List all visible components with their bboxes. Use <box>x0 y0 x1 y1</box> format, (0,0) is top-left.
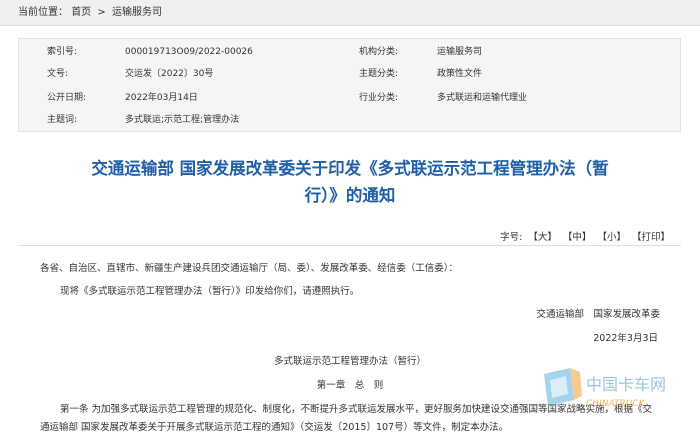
font-small-button[interactable]: 【小】 <box>597 232 626 243</box>
meta-topic-value: 政策性文件 <box>437 69 483 79</box>
meta-row-docno: 文号: 交运发〔2022〕30号 主题分类: 政策性文件 <box>19 65 680 83</box>
document-title: 多式联运示范工程管理办法（暂行） <box>273 356 426 367</box>
breadcrumb-section-link[interactable]: 运输服务司 <box>112 7 162 18</box>
meta-org-label: 机构分类: <box>359 47 399 57</box>
meta-org-value: 运输服务司 <box>437 47 483 57</box>
font-size-label: 字号: <box>500 232 523 243</box>
meta-row-index: 索引号: 000019713O09/2022-00026 机构分类: 运输服务司 <box>19 43 680 61</box>
salutation-paragraph: 各省、自治区、直辖市、新疆生产建设兵团交通运输厅（局、委）、发展改革委、经信委（… <box>40 263 459 274</box>
meta-topic-label: 主题分类: <box>359 69 399 79</box>
meta-index-value: 000019713O09/2022-00026 <box>125 47 253 57</box>
font-size-toolbar: 字号: 【大】 【中】 【小】 【打印】 <box>500 229 670 243</box>
intro-paragraph: 现将《多式联运示范工程管理办法（暂行）》印发给你们，请遵照执行。 <box>60 286 360 297</box>
meta-date-value: 2022年03月14日 <box>125 93 198 103</box>
meta-index-label: 索引号: <box>47 47 78 57</box>
font-medium-button[interactable]: 【中】 <box>563 232 592 243</box>
sign-date-text: 2022年3月3日 <box>593 333 658 344</box>
meta-row-keywords: 主题词: 多式联运;示范工程;管理办法 <box>19 111 680 129</box>
truck-logo-icon: 中国卡车网 CHINATRUCK <box>544 368 666 409</box>
chinatruck-watermark: 中国卡车网 CHINATRUCK <box>540 360 700 435</box>
signers-text: 交通运输部 国家发展改革委 <box>536 309 660 320</box>
breadcrumb-prefix: 当前位置： <box>18 7 68 18</box>
font-large-button[interactable]: 【大】 <box>528 232 557 243</box>
print-button[interactable]: 【打印】 <box>632 232 670 243</box>
article1-line1: 第一条 为加强多式联运示范工程管理的规范化、制度化，不断提升多式联运发展水平，更… <box>60 404 653 415</box>
meta-industry-label: 行业分类: <box>359 93 399 103</box>
article-title: 交通运输部 国家发展改革委关于印发《多式联运示范工程管理办法（暂 行）》的通知 <box>40 155 660 209</box>
article-title-line2: 行）》的通知 <box>304 186 396 205</box>
chapter-heading: 第一章 总 则 <box>316 380 384 391</box>
meta-docno-value: 交运发〔2022〕30号 <box>125 69 214 79</box>
breadcrumb-home-link[interactable]: 首页 <box>71 7 91 18</box>
title-divider <box>18 245 681 246</box>
article1-line2: 通运输部 国家发展改革委关于开展多式联运示范工程的通知》（交运发〔2015〕10… <box>40 422 509 433</box>
meta-date-label: 公开日期: <box>47 93 87 103</box>
article-title-line1: 交通运输部 国家发展改革委关于印发《多式联运示范工程管理办法（暂 <box>91 159 609 178</box>
meta-row-date: 公开日期: 2022年03月14日 行业分类: 多式联运和运输代理业 <box>19 89 680 107</box>
meta-keywords-value: 多式联运;示范工程;管理办法 <box>125 115 240 125</box>
meta-industry-value: 多式联运和运输代理业 <box>437 93 528 103</box>
meta-keywords-label: 主题词: <box>47 115 78 125</box>
meta-docno-label: 文号: <box>47 69 69 79</box>
breadcrumb-separator: > <box>97 7 106 18</box>
breadcrumb: 当前位置： 首页 > 运输服务司 <box>0 0 700 26</box>
document-meta-panel: 索引号: 000019713O09/2022-00026 机构分类: 运输服务司… <box>18 38 681 132</box>
